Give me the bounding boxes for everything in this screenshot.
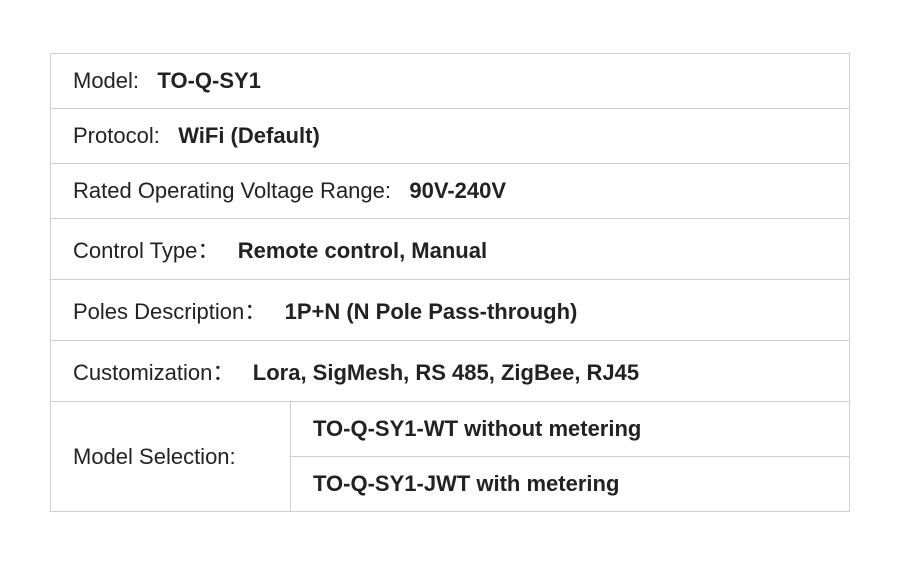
spec-cell-customization: Customization： Lora, SigMesh, RS 485, Zi… bbox=[51, 341, 850, 402]
spec-cell-model-selection-option2: TO-Q-SY1-JWT with metering bbox=[291, 457, 850, 512]
model-selection-option2: TO-Q-SY1-JWT with metering bbox=[313, 471, 619, 496]
spec-cell-poles: Poles Description： 1P+N (N Pole Pass-thr… bbox=[51, 280, 850, 341]
control-value: Remote control, Manual bbox=[238, 238, 487, 263]
spec-cell-voltage: Rated Operating Voltage Range: 90V-240V bbox=[51, 164, 850, 219]
poles-value: 1P+N (N Pole Pass-through) bbox=[285, 299, 578, 324]
spec-cell-model: Model: TO-Q-SY1 bbox=[51, 54, 850, 109]
voltage-label: Rated Operating Voltage Range: bbox=[73, 178, 391, 203]
customization-label: Customization： bbox=[73, 360, 234, 385]
table-row: Control Type： Remote control, Manual bbox=[51, 219, 850, 280]
table-row: Rated Operating Voltage Range: 90V-240V bbox=[51, 164, 850, 219]
table-row: Customization： Lora, SigMesh, RS 485, Zi… bbox=[51, 341, 850, 402]
table-row: Model Selection: TO-Q-SY1-WT without met… bbox=[51, 402, 850, 457]
table-row: Poles Description： 1P+N (N Pole Pass-thr… bbox=[51, 280, 850, 341]
model-selection-label: Model Selection: bbox=[73, 444, 236, 469]
spec-cell-model-selection-label: Model Selection: bbox=[51, 402, 291, 512]
poles-label: Poles Description： bbox=[73, 299, 266, 324]
model-label: Model: bbox=[73, 68, 139, 93]
voltage-value: 90V-240V bbox=[409, 178, 506, 203]
protocol-value: WiFi (Default) bbox=[178, 123, 320, 148]
customization-value: Lora, SigMesh, RS 485, ZigBee, RJ45 bbox=[253, 360, 639, 385]
control-label: Control Type： bbox=[73, 238, 219, 263]
protocol-label: Protocol: bbox=[73, 123, 160, 148]
specifications-table: Model: TO-Q-SY1 Protocol: WiFi (Default)… bbox=[50, 53, 850, 512]
spec-cell-protocol: Protocol: WiFi (Default) bbox=[51, 109, 850, 164]
model-selection-option1: TO-Q-SY1-WT without metering bbox=[313, 416, 641, 441]
spec-cell-control: Control Type： Remote control, Manual bbox=[51, 219, 850, 280]
model-value: TO-Q-SY1 bbox=[157, 68, 261, 93]
table-row: Model: TO-Q-SY1 bbox=[51, 54, 850, 109]
table-row: Protocol: WiFi (Default) bbox=[51, 109, 850, 164]
spec-cell-model-selection-option1: TO-Q-SY1-WT without metering bbox=[291, 402, 850, 457]
